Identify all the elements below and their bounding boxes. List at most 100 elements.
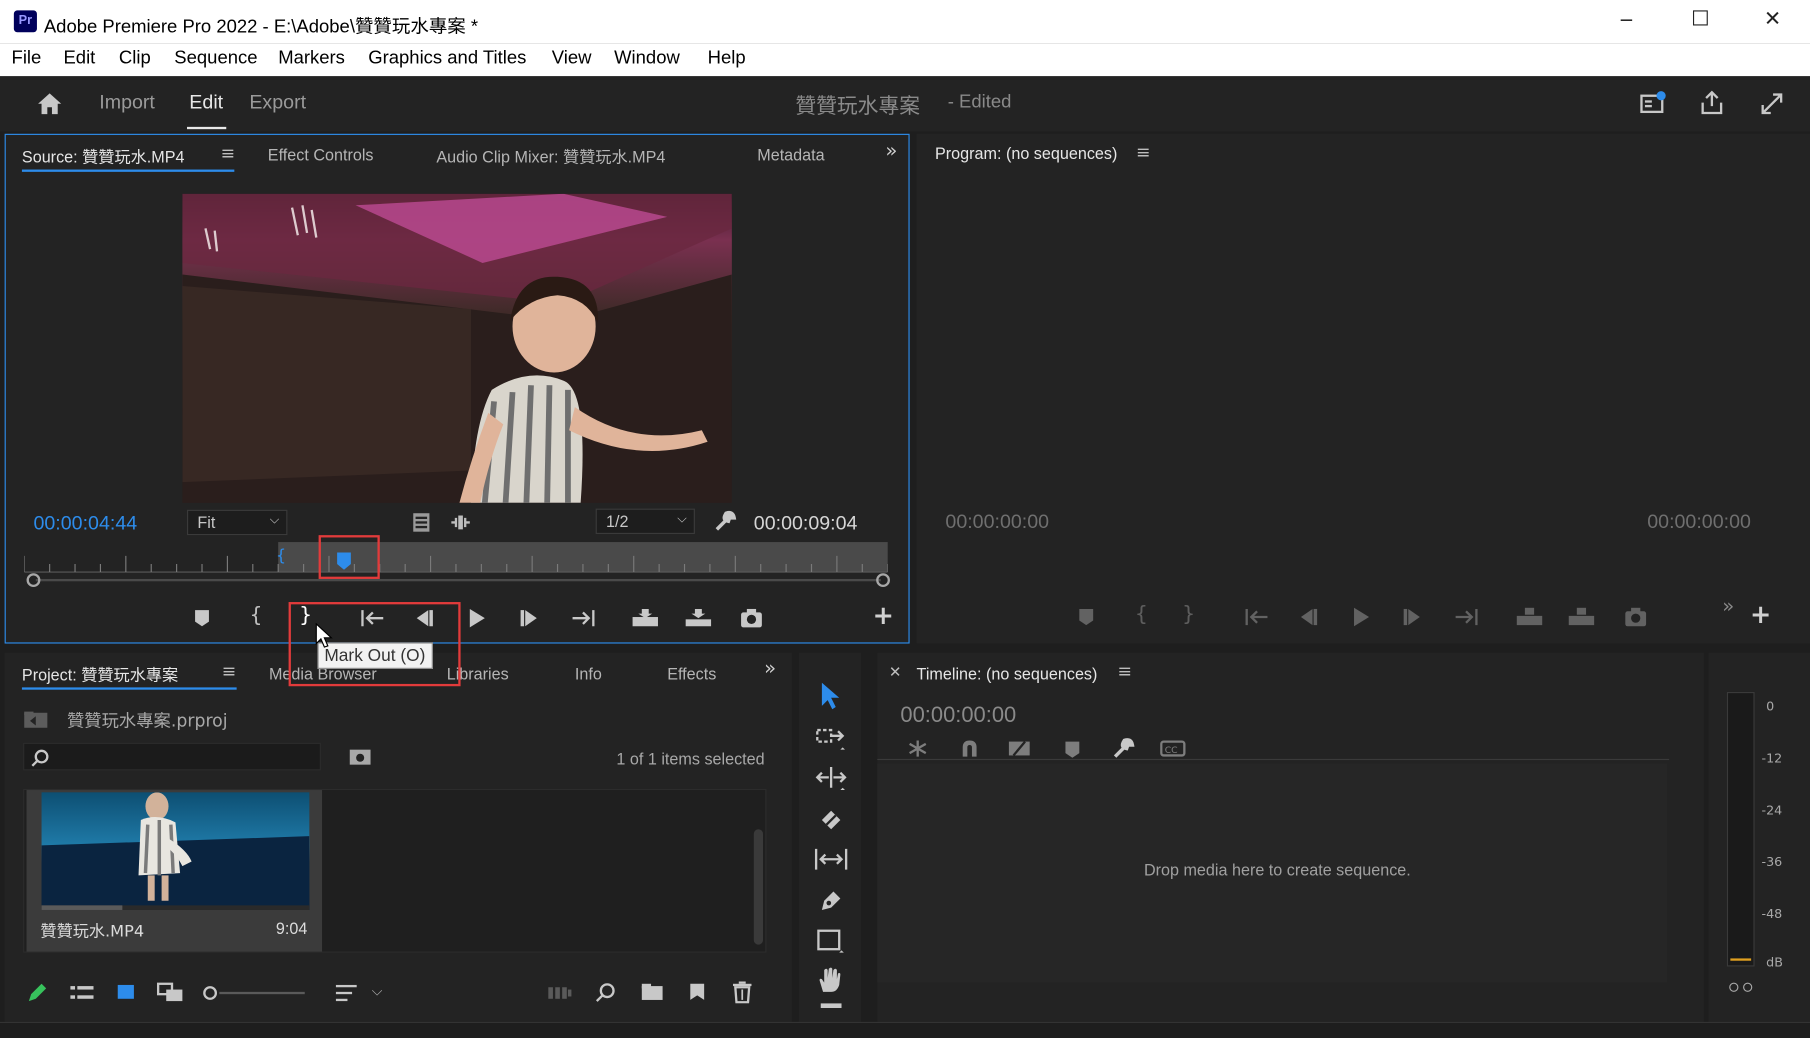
tab-source[interactable]: Source: 贊贊玩水.MP4 [22,145,185,168]
mark-in-icon[interactable]: { [1135,604,1148,625]
add-button-icon[interactable]: + [873,604,894,629]
extract-icon[interactable] [1566,607,1596,628]
freeform-view-icon[interactable] [156,981,186,1002]
type-tool-icon[interactable] [820,1003,842,1009]
mark-in-icon[interactable]: { [249,605,262,626]
go-to-in-icon[interactable] [1244,608,1269,626]
lift-icon[interactable] [1514,607,1544,628]
add-button-icon[interactable]: + [1750,603,1771,628]
drag-audio-only-icon[interactable] [449,513,472,531]
rectangle-tool-icon[interactable] [816,927,846,955]
tab-audio-clip-mixer[interactable]: Audio Clip Mixer: 贊贊玩水.MP4 [436,145,665,168]
tab-export[interactable]: Export [249,91,306,114]
menu-window[interactable]: Window [614,48,680,69]
menu-graphics-and-titles[interactable]: Graphics and Titles [368,48,526,69]
source-current-time[interactable]: 00:00:04:44 [33,512,137,535]
more-buttons-icon[interactable]: » [1722,597,1734,617]
go-to-out-icon[interactable] [1453,608,1478,626]
zoom-handle-left[interactable] [26,573,41,588]
list-view-icon[interactable] [69,984,94,1002]
zoom-slider[interactable] [203,986,307,1000]
automate-to-sequence-icon[interactable] [547,985,572,1001]
menu-file[interactable]: File [12,48,42,69]
clear-trash-icon[interactable] [732,980,753,1004]
new-item-icon[interactable] [687,981,708,1002]
tab-import[interactable]: Import [99,91,155,114]
menu-help[interactable]: Help [708,48,746,69]
find-icon[interactable] [595,981,617,1002]
timeline-settings-icon[interactable] [1110,736,1135,761]
timeline-track-area[interactable]: Drop media here to create sequence. [877,763,1667,983]
maximize-button[interactable]: ☐ [1691,7,1710,31]
solo-button-left[interactable] [1729,982,1739,992]
minimize-button[interactable]: ─ [1621,9,1632,31]
export-frame-icon[interactable] [739,608,764,629]
snap-icon[interactable] [959,738,980,759]
timeline-timecode[interactable]: 00:00:00:00 [900,704,1016,729]
close-tab-icon[interactable]: ✕ [889,665,902,680]
source-zoom-scrollbar[interactable] [26,573,890,588]
tab-project[interactable]: Project: 贊贊玩水專案 [22,663,178,686]
timeline-title[interactable]: Timeline: (no sequences) [917,664,1098,682]
ripple-edit-tool-icon[interactable] [815,765,847,793]
export-frame-icon[interactable] [1623,607,1648,628]
home-icon[interactable] [36,91,64,116]
find-bin-icon[interactable] [349,747,372,765]
solo-button-right[interactable] [1743,982,1753,992]
wrench-settings-icon[interactable] [712,509,737,534]
menu-clip[interactable]: Clip [119,48,151,69]
more-panels-icon[interactable]: » [764,659,776,680]
program-panel-title[interactable]: Program: (no sequences) [935,144,1117,162]
chevron-down-icon[interactable]: ⌵ [372,984,383,998]
overwrite-icon[interactable] [683,608,713,629]
selection-tool-icon[interactable] [820,680,841,710]
mark-out-icon[interactable]: } [1182,604,1195,625]
menu-view[interactable]: View [552,48,592,69]
clip-thumbnail[interactable] [41,792,310,910]
project-item-card[interactable]: 贊贊玩水.MP4 9:04 [26,790,323,952]
track-select-tool-icon[interactable] [815,724,847,752]
linked-selection-icon[interactable] [1007,738,1032,759]
menu-markers[interactable]: Markers [278,48,345,69]
nest-icon[interactable] [906,738,929,759]
tab-effect-controls[interactable]: Effect Controls [268,145,374,163]
new-bin-icon[interactable] [641,983,664,1001]
insert-icon[interactable] [630,608,660,629]
source-time-ruler[interactable]: { [24,542,888,574]
pen-tool-icon[interactable] [817,887,845,912]
drag-video-only-icon[interactable] [412,512,430,533]
resolution-dropdown[interactable]: 1/2 ⌵ [595,508,695,534]
go-to-out-icon[interactable] [570,609,595,627]
pencil-icon[interactable] [25,981,48,1004]
play-icon[interactable] [1351,607,1372,628]
tab-effects[interactable]: Effects [667,664,716,682]
project-panel-menu-icon[interactable]: ≡ [222,663,237,680]
add-marker-icon[interactable] [194,609,210,627]
sort-icon[interactable] [335,984,358,1002]
captions-icon[interactable]: CC [1160,739,1186,757]
tab-metadata[interactable]: Metadata [757,145,824,163]
tab-edit[interactable]: Edit [189,91,223,114]
razor-tool-icon[interactable] [817,806,845,831]
zoom-handle-right[interactable] [876,573,890,588]
zoom-dropdown[interactable]: Fit ⌵ [187,509,288,536]
quick-export-icon[interactable] [1639,90,1667,115]
slip-tool-icon[interactable] [814,847,849,872]
add-marker-icon[interactable] [1078,608,1094,626]
project-grid-scrollbar[interactable] [753,829,764,945]
share-icon[interactable] [1698,89,1726,117]
step-back-icon[interactable] [1297,608,1318,626]
play-icon[interactable] [466,608,487,629]
menu-edit[interactable]: Edit [63,48,95,69]
add-marker-icon[interactable] [1064,740,1080,758]
timeline-panel-menu-icon[interactable]: ≡ [1117,663,1132,680]
zoom-slider-handle[interactable] [203,986,218,1000]
close-button[interactable]: ✕ [1764,7,1781,31]
program-panel-menu-icon[interactable]: ≡ [1136,144,1151,161]
source-panel-menu-icon[interactable]: ≡ [220,145,235,162]
more-panels-icon[interactable]: » [885,141,897,162]
icon-view-icon[interactable] [117,983,135,1001]
search-input[interactable] [23,742,321,771]
tab-info[interactable]: Info [575,664,602,682]
step-forward-icon[interactable] [1403,608,1424,626]
